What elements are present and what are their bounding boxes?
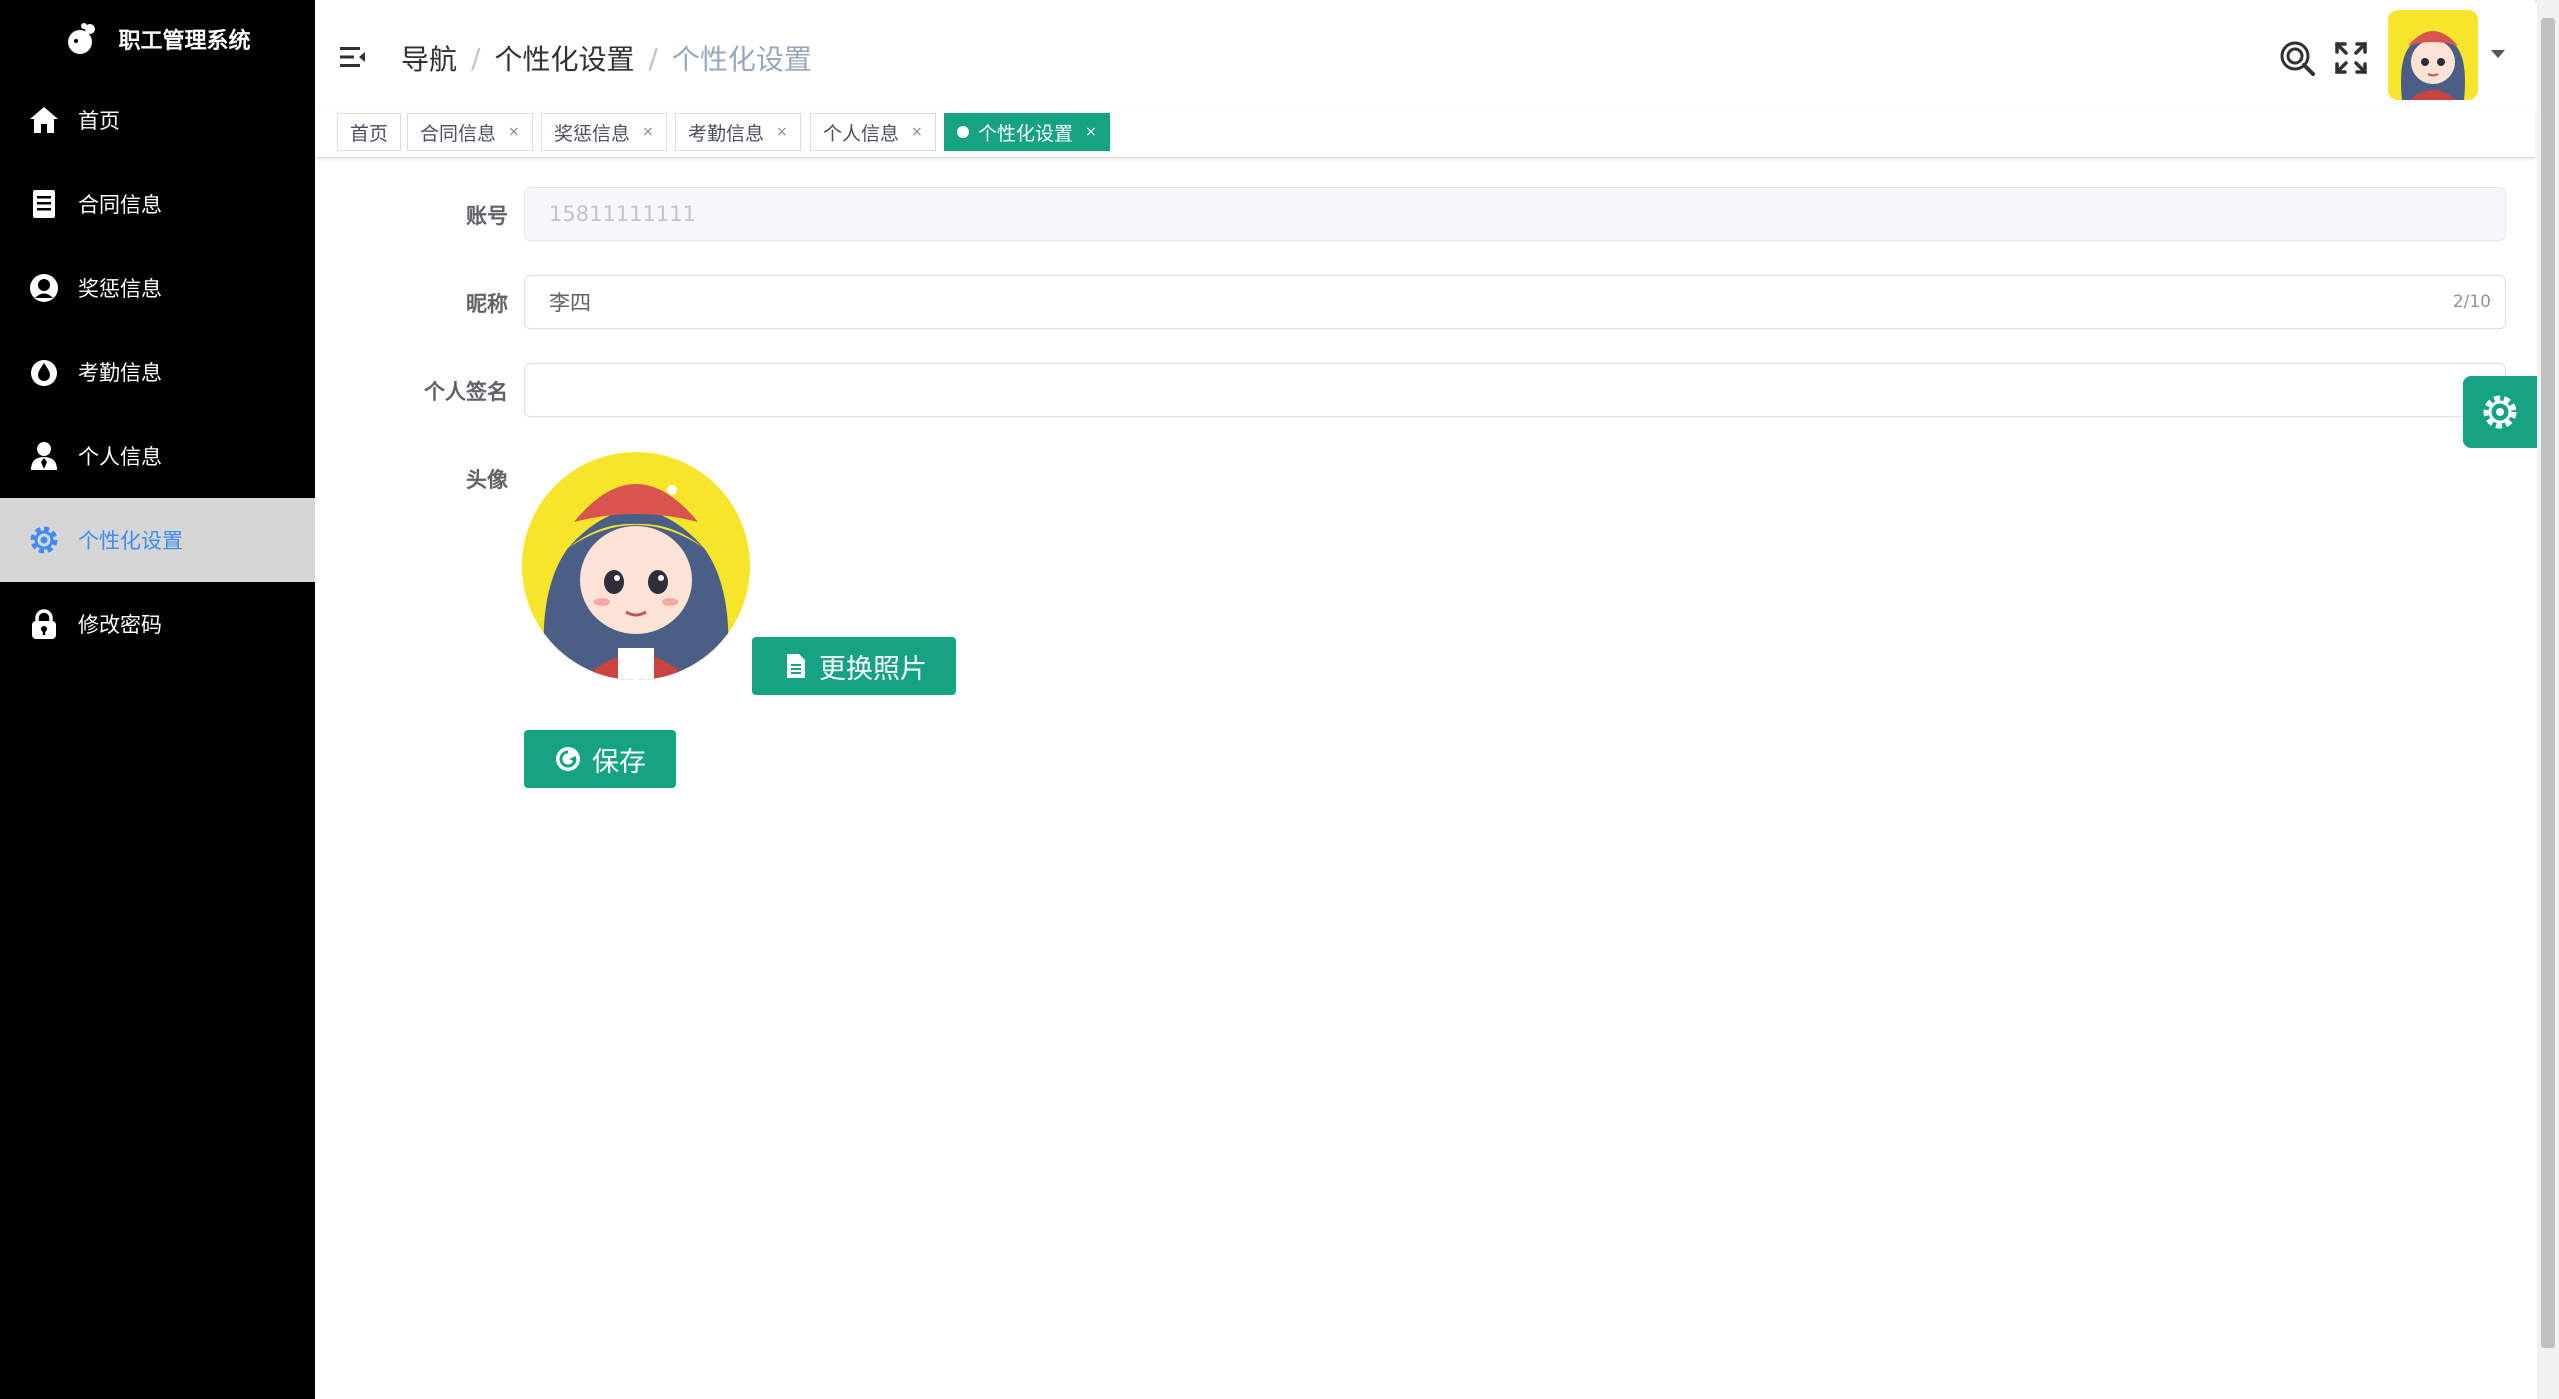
- tag-label: 首页: [350, 122, 389, 145]
- close-icon[interactable]: ×: [508, 124, 520, 140]
- account-label: 账号: [466, 204, 508, 228]
- search-icon[interactable]: [2277, 38, 2317, 78]
- save-icon: [556, 747, 580, 771]
- active-dot-icon: [957, 126, 969, 138]
- tag-home[interactable]: 首页: [337, 113, 402, 151]
- sidebar-item-rewards[interactable]: 奖惩信息: [0, 246, 315, 330]
- breadcrumb-item[interactable]: 个性化设置: [494, 38, 634, 78]
- close-icon[interactable]: ×: [776, 124, 788, 140]
- sidebar: 职工管理系统 首页 合同信息 奖惩信息 考勤信息 个人信息 个性化设置 修改密码: [0, 0, 315, 1399]
- tag-contract[interactable]: 合同信息 ×: [407, 113, 533, 151]
- tag-label: 考勤信息: [688, 122, 765, 145]
- tag-rewards[interactable]: 奖惩信息 ×: [541, 113, 667, 151]
- gear-icon: [26, 522, 62, 558]
- sidebar-item-label: 个人信息: [78, 445, 162, 469]
- close-icon[interactable]: ×: [1085, 124, 1097, 140]
- sidebar-item-label: 考勤信息: [78, 361, 162, 385]
- nickname-label: 昵称: [466, 292, 508, 316]
- close-icon[interactable]: ×: [642, 124, 654, 140]
- tag-settings[interactable]: 个性化设置 ×: [944, 113, 1110, 151]
- top-header: 导航 / 个性化设置 / 个性化设置: [315, 0, 2535, 108]
- breadcrumb-item[interactable]: 导航: [401, 38, 457, 78]
- account-field[interactable]: 15811111111: [524, 187, 2506, 241]
- chevron-down-icon[interactable]: [2491, 50, 2505, 58]
- change-photo-label: 更换照片: [819, 653, 927, 685]
- file-icon: [787, 654, 805, 678]
- sidebar-item-label: 个性化设置: [78, 529, 183, 553]
- menu-fold-icon[interactable]: [338, 42, 368, 72]
- change-photo-button[interactable]: 更换照片: [752, 637, 956, 695]
- sidebar-item-label: 合同信息: [78, 193, 162, 217]
- tag-label: 个性化设置: [978, 122, 1074, 145]
- drop-icon: [26, 354, 62, 390]
- breadcrumb: 导航 / 个性化设置 / 个性化设置: [401, 38, 812, 78]
- tag-attendance[interactable]: 考勤信息 ×: [675, 113, 801, 151]
- home-icon: [26, 102, 62, 138]
- signature-label: 个人签名: [424, 380, 508, 404]
- tag-personal[interactable]: 个人信息 ×: [810, 113, 936, 151]
- close-icon[interactable]: ×: [911, 124, 923, 140]
- sidebar-item-label: 首页: [78, 109, 120, 133]
- brand: 职工管理系统: [0, 0, 315, 78]
- tag-label: 合同信息: [420, 122, 497, 145]
- sidebar-menu: 首页 合同信息 奖惩信息 考勤信息 个人信息 个性化设置 修改密码: [0, 78, 315, 666]
- tags-view: 首页 合同信息 × 奖惩信息 × 考勤信息 × 个人信息 × 个性化设置 ×: [315, 108, 2535, 158]
- tag-label: 个人信息: [823, 122, 900, 145]
- document-icon: [26, 186, 62, 222]
- user-icon: [26, 438, 62, 474]
- save-button[interactable]: 保存: [524, 730, 676, 788]
- lock-icon: [26, 606, 62, 642]
- sidebar-item-label: 修改密码: [78, 613, 162, 637]
- nickname-field[interactable]: 李四 2/10: [524, 275, 2506, 329]
- sidebar-item-password[interactable]: 修改密码: [0, 582, 315, 666]
- sidebar-item-contract[interactable]: 合同信息: [0, 162, 315, 246]
- sidebar-item-personal[interactable]: 个人信息: [0, 414, 315, 498]
- user-avatar[interactable]: [2388, 10, 2478, 100]
- gear-icon: [2483, 395, 2517, 429]
- signature-field[interactable]: [524, 363, 2506, 417]
- breadcrumb-separator: /: [648, 41, 658, 75]
- sidebar-item-home[interactable]: 首页: [0, 78, 315, 162]
- avatar-label: 头像: [466, 468, 508, 492]
- tag-label: 奖惩信息: [554, 122, 631, 145]
- save-label: 保存: [592, 746, 646, 778]
- char-counter: 2/10: [2452, 292, 2491, 312]
- avatar-preview: [522, 452, 750, 680]
- breadcrumb-current: 个性化设置: [671, 43, 812, 76]
- brand-logo-icon: [68, 23, 96, 54]
- sidebar-item-settings[interactable]: 个性化设置: [0, 498, 315, 582]
- brand-title: 职工管理系统: [118, 29, 251, 54]
- nickname-value: 李四: [549, 291, 591, 315]
- sidebar-item-label: 奖惩信息: [78, 277, 162, 301]
- scrollbar-thumb[interactable]: [2541, 18, 2555, 1348]
- award-icon: [26, 270, 62, 306]
- breadcrumb-separator: /: [471, 41, 481, 75]
- sidebar-item-attendance[interactable]: 考勤信息: [0, 330, 315, 414]
- fullscreen-icon[interactable]: [2331, 38, 2371, 78]
- account-value: 15811111111: [549, 202, 696, 226]
- settings-float-button[interactable]: [2463, 376, 2537, 448]
- page-scrollbar[interactable]: [2537, 0, 2559, 1399]
